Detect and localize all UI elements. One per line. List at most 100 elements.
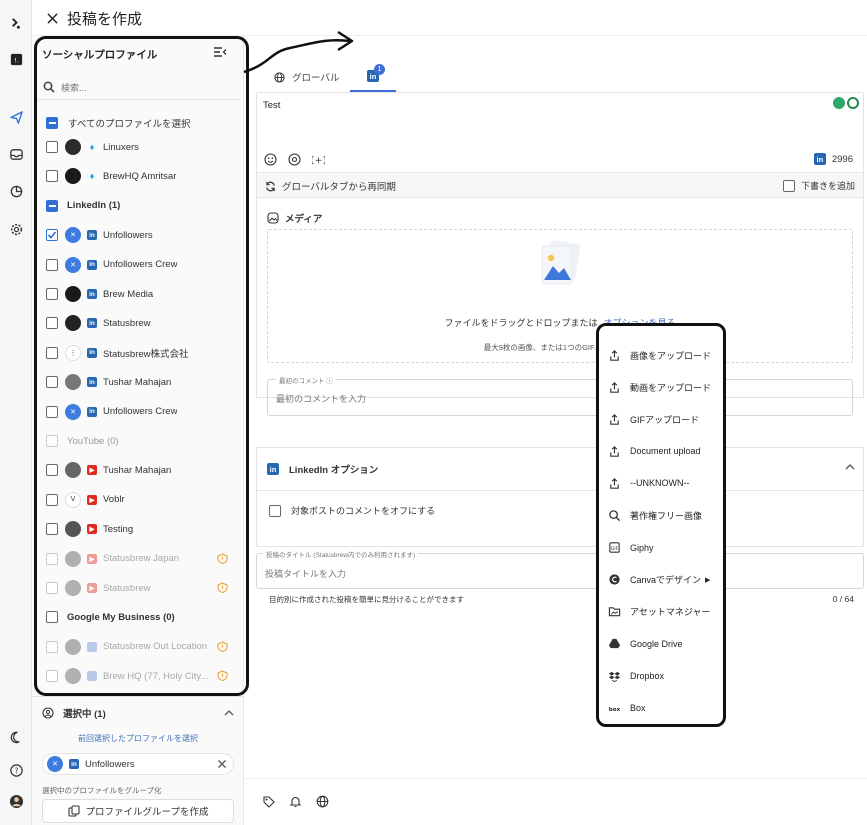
emoji-icon[interactable]: [264, 153, 277, 166]
post-title-input[interactable]: 投稿タイトルを入力: [265, 567, 346, 580]
menu-item-canva[interactable]: Canvaでデザイン ▶: [599, 564, 723, 596]
mention-icon[interactable]: [288, 153, 301, 166]
profile-avatar: [65, 374, 81, 391]
app-icon[interactable]: !.: [5, 48, 27, 70]
send-icon[interactable]: [5, 106, 27, 128]
disable-comments-option[interactable]: 対象ポストのコメントをオフにする: [269, 504, 435, 517]
menu-item-box[interactable]: box Box: [599, 692, 723, 724]
linkedin-options-header[interactable]: in LinkedIn オプション: [257, 448, 863, 491]
ai-assistant-icon[interactable]: [833, 97, 845, 109]
remove-chip-icon[interactable]: [217, 759, 227, 769]
tab-linkedin[interactable]: in 1: [350, 62, 396, 92]
first-comment-field[interactable]: 最初のコメント ⓘ 最初のコメントを入力: [267, 375, 853, 416]
group-checkbox[interactable]: [46, 611, 58, 624]
profile-checkbox[interactable]: [46, 141, 58, 153]
post-text[interactable]: Test: [263, 100, 280, 111]
group-checkbox[interactable]: [46, 199, 58, 212]
tag-icon[interactable]: [262, 795, 275, 808]
profile-row[interactable]: in Statusbrew: [46, 314, 236, 332]
profile-checkbox[interactable]: [46, 170, 58, 183]
chevron-up-icon[interactable]: [845, 462, 855, 472]
menu-item-upload[interactable]: --UNKNOWN--: [599, 467, 723, 499]
profile-group-header[interactable]: YouTube (0): [46, 432, 236, 450]
profile-row[interactable]: ✕ in Unfollowers Crew: [46, 403, 236, 421]
group-checkbox[interactable]: [46, 435, 58, 447]
profile-panel: ソーシャルプロファイル すべてのプロファイルを選択 ♦ Linuxers ♦ Brew…: [32, 36, 244, 825]
first-comment-input[interactable]: 最初のコメントを入力: [276, 392, 366, 405]
profile-checkbox[interactable]: [46, 582, 58, 594]
profile-row[interactable]: ▶ Tushar Mahajan: [46, 461, 236, 479]
profile-row[interactable]: ▶ Testing: [46, 520, 236, 538]
profile-checkbox[interactable]: [46, 493, 58, 506]
profile-row[interactable]: ♦ BrewHQ Amritsar: [46, 167, 236, 185]
close-icon[interactable]: [42, 8, 62, 28]
profile-group-header[interactable]: Google My Business (0): [46, 608, 236, 626]
resync-global-button[interactable]: グローバルタブから再同期: [265, 179, 396, 193]
bell-icon[interactable]: [289, 795, 302, 808]
add-draft-checkbox[interactable]: [782, 179, 795, 192]
select-all-profiles[interactable]: すべてのプロファイルを選択: [46, 114, 236, 132]
variable-icon[interactable]: {+}: [312, 153, 325, 166]
profile-row[interactable]: Brew HQ (77, Holy City...: [46, 667, 236, 685]
selected-header[interactable]: 選択中 (1): [42, 706, 106, 720]
menu-item-upload[interactable]: GIFアップロード: [599, 403, 723, 435]
profile-checkbox[interactable]: [46, 405, 58, 418]
globe-icon[interactable]: [316, 795, 329, 808]
profile-checkbox[interactable]: [46, 670, 58, 683]
help-icon[interactable]: ?: [5, 759, 27, 781]
menu-item-folder[interactable]: アセットマネジャー: [599, 596, 723, 628]
previous-selection-link[interactable]: 前回選択したプロファイルを選択: [32, 733, 244, 744]
menu-item-upload[interactable]: 画像をアップロード: [599, 339, 723, 371]
disable-comments-checkbox[interactable]: [269, 504, 281, 517]
menu-item-upload[interactable]: 動画をアップロード: [599, 371, 723, 403]
menu-item-upload[interactable]: Document upload: [599, 435, 723, 467]
profile-checkbox[interactable]: [46, 376, 58, 389]
menu-item-giphy[interactable]: GIF Giphy: [599, 532, 723, 564]
post-title-field[interactable]: 投稿のタイトル (Statusbrew内でのみ利用されます) 投稿タイトルを入力: [256, 549, 864, 589]
add-draft-toggle[interactable]: 下書きを追加: [782, 179, 855, 192]
warning-shield-icon: [217, 552, 228, 564]
user-avatar[interactable]: [5, 790, 27, 812]
chevron-up-icon[interactable]: [224, 708, 234, 718]
post-editor[interactable]: Test {+} in 2996 グローバルタブから再同期 下書きを追加: [256, 92, 864, 416]
profile-row[interactable]: Statusbrew Out Location: [46, 638, 236, 656]
menu-item-search[interactable]: 著作権フリー画像: [599, 500, 723, 532]
tab-global[interactable]: グローバル: [274, 62, 339, 92]
profile-row[interactable]: ▶ Statusbrew: [46, 579, 236, 597]
profile-checkbox[interactable]: [46, 523, 58, 536]
create-profile-group-button[interactable]: プロファイルグループを作成: [42, 799, 234, 823]
profile-checkbox[interactable]: [46, 552, 58, 565]
profile-checkbox[interactable]: [46, 346, 58, 359]
media-dropzone[interactable]: ファイルをドラッグとドロップまたはオプションを見る 最大9枚の画像、または1つの…: [267, 229, 853, 363]
menu-item-google-drive[interactable]: Google Drive: [599, 628, 723, 660]
reports-icon[interactable]: [5, 180, 27, 202]
settings-icon[interactable]: [5, 218, 27, 240]
search-input[interactable]: [61, 80, 231, 96]
profile-group-header[interactable]: LinkedIn (1): [46, 197, 236, 215]
profile-checkbox-checked[interactable]: [46, 229, 58, 242]
profile-checkbox[interactable]: [46, 464, 58, 477]
profile-row[interactable]: in Tushar Mahajan: [46, 373, 236, 391]
profile-checkbox[interactable]: [46, 317, 58, 330]
statusbrew-logo-icon[interactable]: [5, 12, 27, 34]
profile-row[interactable]: V ▶ Voblr: [46, 491, 236, 509]
profile-checkbox[interactable]: [46, 258, 58, 271]
profile-row[interactable]: ♦ Linuxers: [46, 138, 236, 156]
dark-mode-icon[interactable]: [5, 726, 27, 748]
grammarly-icon[interactable]: [847, 97, 859, 109]
profile-label: Brew HQ (77, Holy City...: [103, 670, 209, 682]
select-all-checkbox[interactable]: [46, 117, 58, 129]
menu-item-label: Document upload: [630, 446, 701, 457]
profile-search[interactable]: [37, 76, 240, 100]
inbox-icon[interactable]: [5, 143, 27, 165]
profile-label: Voblr: [103, 494, 125, 506]
menu-item-dropbox[interactable]: Dropbox: [599, 660, 723, 692]
profile-row[interactable]: in Brew Media: [46, 285, 236, 303]
profile-row[interactable]: ⋮ in Statusbrew株式会社: [46, 344, 236, 362]
profile-row[interactable]: ▶ Statusbrew Japan: [46, 550, 236, 568]
profile-row[interactable]: ✕ in Unfollowers: [46, 226, 236, 244]
collapse-panel-icon[interactable]: [213, 45, 227, 59]
profile-checkbox[interactable]: [46, 640, 58, 653]
profile-row[interactable]: ✕ in Unfollowers Crew: [46, 256, 236, 274]
profile-checkbox[interactable]: [46, 288, 58, 300]
